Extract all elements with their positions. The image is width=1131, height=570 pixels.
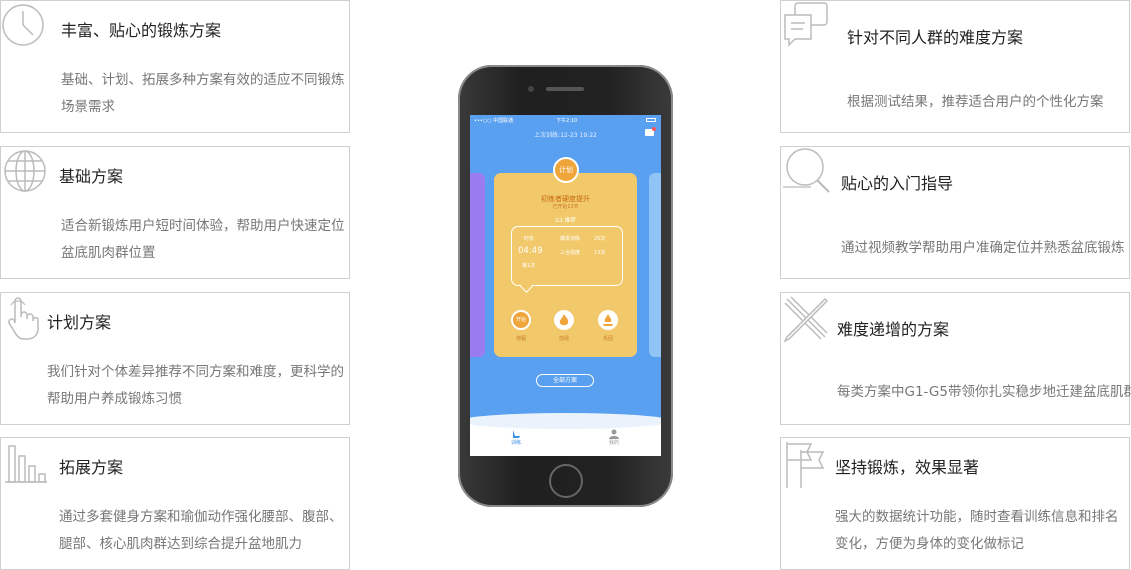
feature-desc: 根据测试结果，推荐适合用户的个性化方案 bbox=[847, 94, 1104, 110]
feature-card-difficulty-by-group: 针对不同人群的难度方案 根据测试结果，推荐适合用户的个性化方案 bbox=[780, 0, 1130, 133]
carrier-label: •••○○ 中国联通 bbox=[474, 118, 514, 124]
clock-label: 下午2:10 bbox=[556, 118, 578, 124]
clock-icon bbox=[1, 1, 53, 53]
feature-title: 坚持锻炼，效果显著 bbox=[835, 458, 980, 477]
plan-level: G1 推荐 bbox=[555, 218, 576, 224]
profile-icon bbox=[608, 425, 620, 439]
plan-card[interactable]: 初练者硬度提升 已开始13天 G1 推荐 时长 04:49 第1次 爆发训练 2… bbox=[494, 173, 637, 357]
feature-desc: 通过视频教学帮助用户准确定位并熟悉盆底锻炼 bbox=[841, 240, 1125, 256]
magnifier-icon bbox=[781, 147, 833, 199]
tab-training[interactable]: 训练 bbox=[496, 425, 536, 446]
camera-icon bbox=[528, 86, 534, 92]
tab-profile[interactable]: 我的 bbox=[594, 425, 634, 446]
duration-label: 时长 bbox=[524, 236, 535, 242]
feature-title: 难度递增的方案 bbox=[837, 320, 950, 339]
chat-bubbles-icon bbox=[781, 1, 833, 53]
status-bar: •••○○ 中国联通 下午2:10 bbox=[470, 115, 661, 125]
feature-desc: 每类方案中G1-G5带领你扎实稳步地迁建盆底肌群 bbox=[837, 384, 1131, 400]
prev-plan-card[interactable] bbox=[470, 173, 485, 357]
feature-desc: 强大的数据统计功能，随时查看训练信息和排名变化，方便为身体的变化做标记 bbox=[835, 509, 1119, 552]
last-training-label: 上次训练:12-23 19:22 bbox=[534, 132, 597, 139]
feature-desc: 基础、计划、拓展多种方案有效的适应不同锻炼场景需求 bbox=[61, 72, 345, 115]
feature-card-progressive: 难度递增的方案 每类方案中G1-G5带领你扎实稳步地迁建盆底肌群 bbox=[780, 292, 1131, 425]
training-icon bbox=[510, 425, 522, 438]
next-plan-card[interactable] bbox=[649, 173, 661, 357]
feature-desc: 我们针对个体差异推荐不同方案和难度，更科学的帮助用户养成锻炼习惯 bbox=[47, 364, 344, 407]
action-label: 增程 bbox=[515, 336, 526, 342]
flags-icon bbox=[781, 438, 833, 490]
feature-desc: 适合新锻炼用户短时间体验，帮助用户快速定位盆底肌肉群位置 bbox=[61, 218, 345, 261]
action-label: 巩固 bbox=[602, 336, 613, 342]
feature-title: 贴心的入门指导 bbox=[841, 174, 954, 193]
stat2-value: 13次 bbox=[594, 250, 606, 256]
globe-icon bbox=[1, 147, 53, 199]
feature-card-basic-plan: 基础方案 适合新锻炼用户短时间体验，帮助用户快速定位盆底肌肉群位置 bbox=[0, 146, 350, 279]
stats-bubble: 时长 04:49 第1次 爆发训练 25次 三合强度 13次 bbox=[511, 226, 623, 286]
feature-desc: 通过多套健身方案和瑜伽动作强化腰部、腹部、腿部、核心肌肉群达到综合提升盆地肌力 bbox=[59, 509, 343, 552]
start-button[interactable]: 开始 bbox=[511, 310, 531, 330]
all-plans-button[interactable]: 全部方案 bbox=[536, 374, 594, 387]
battery-icon bbox=[646, 118, 656, 122]
speaker-grille bbox=[546, 87, 584, 91]
phone-mockup: •••○○ 中国联通 下午2:10 上次训练:12-23 19:22 初练者硬度… bbox=[458, 65, 673, 507]
session-count: 第1次 bbox=[522, 263, 536, 269]
flame-icon[interactable] bbox=[554, 310, 574, 330]
plan-subtitle: 已开始13天 bbox=[552, 204, 579, 210]
pencil-ruler-icon bbox=[781, 293, 833, 345]
feature-title: 基础方案 bbox=[59, 167, 124, 186]
stat2-label: 三合强度 bbox=[560, 250, 581, 256]
feature-title: 计划方案 bbox=[47, 313, 112, 332]
message-icon[interactable] bbox=[645, 127, 656, 136]
app-screen: •••○○ 中国联通 下午2:10 上次训练:12-23 19:22 初练者硬度… bbox=[470, 115, 661, 456]
feature-card-rich-plans: 丰富、贴心的锻炼方案 基础、计划、拓展多种方案有效的适应不同锻炼场景需求 bbox=[0, 0, 350, 133]
stat1-value: 25次 bbox=[594, 236, 606, 242]
home-button[interactable] bbox=[549, 464, 583, 498]
feature-title: 丰富、贴心的锻炼方案 bbox=[61, 21, 222, 40]
action-label: 加强 bbox=[558, 336, 569, 342]
feature-title: 拓展方案 bbox=[59, 458, 124, 477]
feature-card-planned: 计划方案 我们针对个体差异推荐不同方案和难度，更科学的帮助用户养成锻炼习惯 bbox=[0, 292, 350, 425]
duration-value: 04:49 bbox=[518, 246, 543, 256]
plan-tag: 计划 bbox=[553, 157, 579, 183]
bar-chart-icon bbox=[1, 438, 53, 490]
start-button-label: 开始 bbox=[515, 317, 526, 323]
hand-pointer-icon bbox=[1, 293, 53, 345]
tab-label: 训练 bbox=[510, 440, 521, 446]
feature-card-beginner-guide: 贴心的入门指导 通过视频教学帮助用户准确定位并熟悉盆底锻炼 bbox=[780, 146, 1130, 279]
feature-card-extended: 拓展方案 通过多套健身方案和瑜伽动作强化腰部、腹部、腿部、核心肌肉群达到综合提升… bbox=[0, 437, 350, 570]
feature-card-persistence: 坚持锻炼，效果显著 强大的数据统计功能，随时查看训练信息和排名变化，方便为身体的… bbox=[780, 437, 1130, 570]
fire-pyramid-icon[interactable] bbox=[598, 310, 618, 330]
feature-title: 针对不同人群的难度方案 bbox=[847, 28, 1024, 47]
stat1-label: 爆发训练 bbox=[560, 236, 581, 242]
tab-label: 我的 bbox=[608, 440, 619, 446]
